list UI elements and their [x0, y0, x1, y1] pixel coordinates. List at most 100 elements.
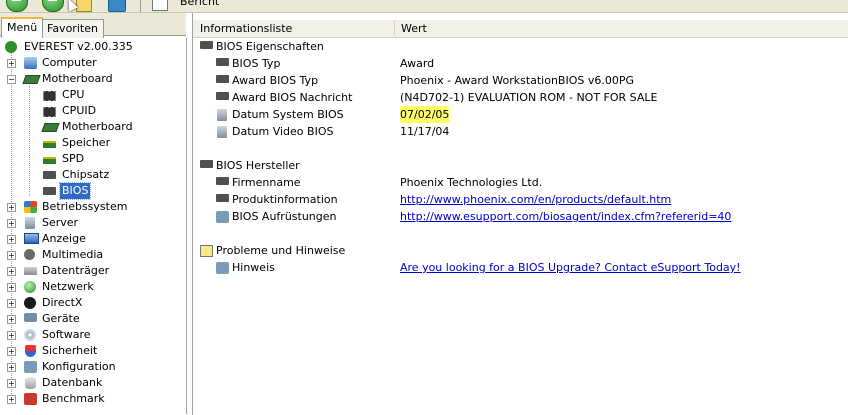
item-label: Hinweis	[232, 261, 275, 274]
tree-item-benchmark[interactable]: + Benchmark	[0, 391, 186, 407]
expand-icon[interactable]: +	[7, 395, 16, 404]
tree-item-server[interactable]: + Server	[0, 215, 186, 231]
forward-arrow-icon[interactable]	[42, 0, 64, 12]
expand-icon[interactable]: +	[7, 219, 16, 228]
tree-item-cpuid[interactable]: CPUID	[0, 103, 186, 119]
tree-item-storage[interactable]: + Datenträger	[0, 263, 186, 279]
item-label: BIOS Aufrüstungen	[232, 210, 337, 223]
item-label: Datum System BIOS	[232, 108, 344, 121]
column-header-value[interactable]: Wert	[394, 20, 427, 37]
bios-chip-icon	[216, 194, 229, 202]
expand-icon[interactable]: +	[7, 267, 16, 276]
navigation-panel: Menü Favoriten EVEREST v2.00.335 + Compu…	[0, 13, 187, 415]
tree-item-operating-system[interactable]: + Betriebssystem	[0, 199, 186, 215]
pencil-icon[interactable]	[76, 0, 92, 12]
collapse-icon[interactable]: −	[7, 75, 16, 84]
speaker-icon	[24, 249, 35, 260]
tab-favorites[interactable]: Favoriten	[41, 19, 104, 38]
product-info-link[interactable]: http://www.phoenix.com/en/products/defau…	[400, 191, 671, 208]
windows-logo-icon	[24, 201, 37, 213]
tab-strip: Menü Favoriten	[0, 13, 186, 38]
tree-item-multimedia[interactable]: + Multimedia	[0, 247, 186, 263]
tree-item-root[interactable]: EVEREST v2.00.335	[0, 39, 186, 55]
notice-icon	[200, 245, 213, 257]
motherboard-icon	[22, 75, 41, 84]
motherboard-icon	[41, 123, 60, 132]
upgrade-hint-link[interactable]: Are you looking for a BIOS Upgrade? Cont…	[400, 259, 741, 276]
tree-item-cpu[interactable]: CPU	[0, 87, 186, 103]
item-label: Award BIOS Typ	[232, 74, 319, 87]
cpu-chip-icon	[43, 107, 56, 117]
item-value: Phoenix - Award WorkstationBIOS v6.00PG	[400, 74, 635, 87]
bios-chip-icon	[216, 58, 229, 66]
bios-chip-icon	[216, 92, 229, 100]
expand-icon[interactable]: +	[7, 347, 16, 356]
expand-icon[interactable]: +	[7, 315, 16, 324]
tree-item-security[interactable]: + Sicherheit	[0, 343, 186, 359]
list-item[interactable]: BIOS Typ Award	[193, 55, 848, 72]
list-item[interactable]: Hinweis Are you looking for a BIOS Upgra…	[193, 259, 848, 276]
list-item[interactable]: Award BIOS Typ Phoenix - Award Workstati…	[193, 72, 848, 89]
tree-item-configuration[interactable]: + Konfiguration	[0, 359, 186, 375]
report-button[interactable]: Bericht	[180, 0, 219, 9]
list-header: Informationsliste Wert	[193, 20, 848, 38]
tree-item-motherboard[interactable]: − Motherboard	[0, 71, 186, 87]
list-item[interactable]: BIOS Aufrüstungen http://www.esupport.co…	[193, 208, 848, 225]
tree-item-label: SPD	[62, 152, 85, 165]
expand-icon[interactable]: +	[7, 363, 16, 372]
bios-upgrades-link[interactable]: http://www.esupport.com/biosagent/index.…	[400, 208, 731, 225]
list-item[interactable]: Datum Video BIOS 11/17/04	[193, 123, 848, 140]
tree-item-label: Geräte	[42, 312, 80, 325]
tree-item-database[interactable]: + Datenbank	[0, 375, 186, 391]
item-label: BIOS Typ	[232, 57, 281, 70]
item-label: Firmenname	[232, 176, 301, 189]
tree-item-software[interactable]: + Software	[0, 327, 186, 343]
refresh-icon[interactable]	[108, 0, 126, 12]
tree-item-display[interactable]: + Anzeige	[0, 231, 186, 247]
ram-module-icon	[43, 157, 56, 164]
cd-disc-icon	[24, 329, 36, 341]
list-item[interactable]: Award BIOS Nachricht (N4D702-1) EVALUATI…	[193, 89, 848, 106]
item-value: Phoenix Technologies Ltd.	[400, 176, 543, 189]
expand-icon[interactable]: +	[7, 331, 16, 340]
tree-item-memory[interactable]: Speicher	[0, 135, 186, 151]
tree-item-label: Datenbank	[42, 376, 103, 389]
menu-tree: EVEREST v2.00.335 + Computer − Motherboa…	[0, 38, 187, 414]
tree-item-label: EVEREST v2.00.335	[24, 40, 133, 53]
expand-icon[interactable]: +	[7, 251, 16, 260]
tree-item-devices[interactable]: + Geräte	[0, 311, 186, 327]
group-header-bios-manufacturer[interactable]: BIOS Hersteller	[193, 157, 848, 174]
hint-icon	[216, 262, 229, 274]
tree-item-computer[interactable]: + Computer	[0, 55, 186, 71]
expand-icon[interactable]: +	[7, 203, 16, 212]
list-item[interactable]: Datum System BIOS 07/02/05	[193, 106, 848, 123]
tree-item-directx[interactable]: + DirectX	[0, 295, 186, 311]
expand-icon[interactable]: +	[7, 59, 16, 68]
back-arrow-icon[interactable]	[6, 0, 28, 12]
tree-item-spd[interactable]: SPD	[0, 151, 186, 167]
tree-item-label: Motherboard	[42, 72, 113, 85]
configuration-icon	[24, 361, 37, 373]
tree-item-bios[interactable]: BIOS	[0, 182, 186, 200]
group-header-bios-properties[interactable]: BIOS Eigenschaften	[193, 38, 848, 55]
expand-icon[interactable]: +	[7, 379, 16, 388]
tree-item-chipset[interactable]: Chipsatz	[0, 167, 186, 183]
hard-drive-icon	[24, 267, 37, 275]
tree-item-motherboard-detail[interactable]: Motherboard	[0, 119, 186, 135]
item-label: Datum Video BIOS	[232, 125, 334, 138]
tree-item-label: Motherboard	[62, 120, 133, 133]
column-header-info[interactable]: Informationsliste	[193, 20, 394, 37]
list-item[interactable]: Firmenname Phoenix Technologies Ltd.	[193, 174, 848, 191]
shield-icon	[25, 345, 36, 357]
expand-icon[interactable]: +	[7, 235, 16, 244]
report-icon[interactable]	[152, 0, 168, 11]
list-item[interactable]: Produktinformation http://www.phoenix.co…	[193, 191, 848, 208]
tree-item-network[interactable]: + Netzwerk	[0, 279, 186, 295]
expand-icon[interactable]: +	[7, 283, 16, 292]
tab-menu[interactable]: Menü	[1, 17, 44, 38]
expand-icon[interactable]: +	[7, 299, 16, 308]
group-title: BIOS Eigenschaften	[216, 40, 324, 53]
group-header-problems-notes[interactable]: Probleme und Hinweise	[193, 242, 848, 259]
tree-item-label: Chipsatz	[62, 168, 110, 181]
item-value: Award	[400, 57, 435, 70]
